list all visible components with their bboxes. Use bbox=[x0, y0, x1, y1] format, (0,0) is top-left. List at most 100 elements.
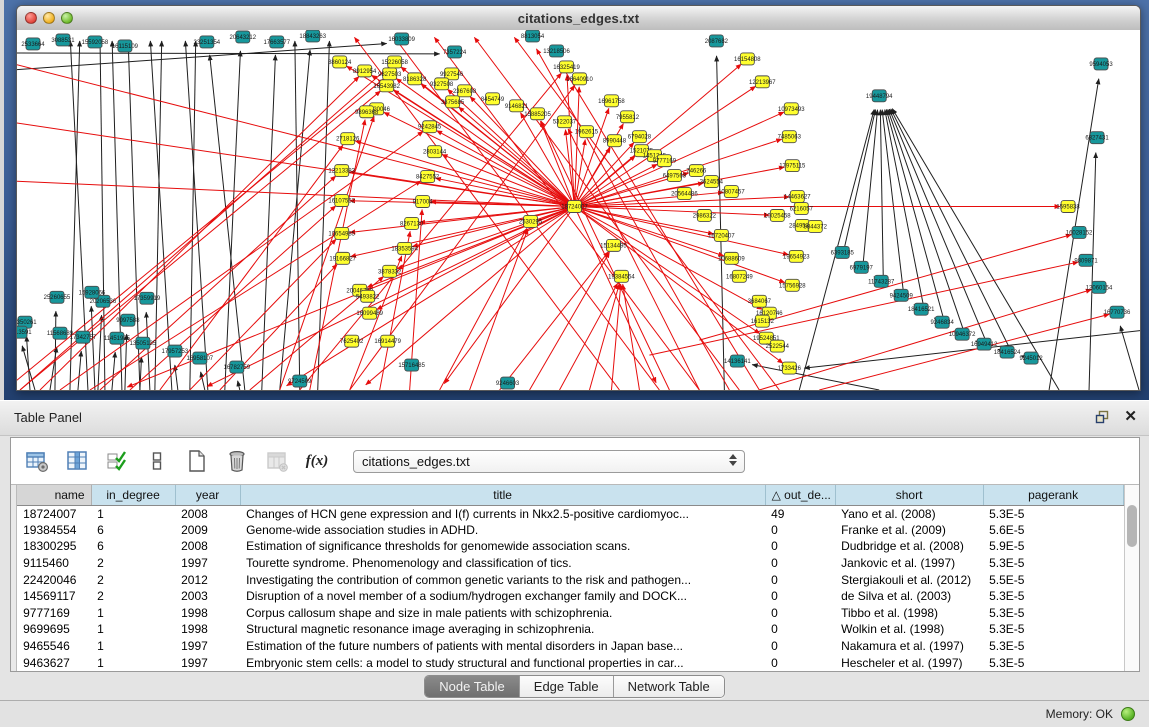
network-node[interactable]: 15592058 bbox=[82, 36, 109, 48]
network-node[interactable]: 16961758 bbox=[598, 95, 625, 107]
cell-pagerank[interactable]: 5.3E-5 bbox=[983, 605, 1123, 622]
close-panel-icon[interactable]: ✕ bbox=[1124, 409, 1137, 425]
cell-year[interactable]: 1997 bbox=[175, 638, 240, 655]
network-node[interactable]: 7357224 bbox=[443, 46, 467, 58]
network-node[interactable]: 9146821 bbox=[505, 100, 529, 112]
cell-year[interactable]: 2012 bbox=[175, 571, 240, 588]
tab-node-table[interactable]: Node Table bbox=[425, 676, 520, 697]
cell-title[interactable]: Estimation of the future numbers of pati… bbox=[240, 638, 765, 655]
cell-out-degree[interactable]: 0 bbox=[765, 638, 835, 655]
cell-name[interactable]: 9115460 bbox=[17, 555, 91, 572]
cell-name[interactable]: 18724007 bbox=[17, 505, 91, 522]
network-node[interactable]: 19448794 bbox=[866, 90, 893, 102]
cell-year[interactable]: 1998 bbox=[175, 621, 240, 638]
cell-title[interactable]: Tourette syndrome. Phenomenology and cla… bbox=[240, 555, 765, 572]
network-node[interactable]: 10025458 bbox=[764, 210, 791, 222]
window-titlebar[interactable]: citations_edges.txt bbox=[17, 6, 1140, 31]
network-node[interactable]: 18416521 bbox=[908, 303, 935, 315]
table-row[interactable]: 911546021997Tourette syndrome. Phenomeno… bbox=[17, 555, 1123, 572]
network-node[interactable]: 19384554 bbox=[608, 270, 635, 282]
cell-short[interactable]: Nakamura et al. (1997) bbox=[835, 638, 983, 655]
network-node[interactable]: 16543982 bbox=[373, 80, 400, 92]
table-row[interactable]: 1830029562008Estimation of significance … bbox=[17, 538, 1123, 555]
cell-in-degree[interactable]: 1 bbox=[91, 654, 175, 671]
network-node[interactable]: 19166827 bbox=[329, 252, 356, 264]
cell-out-degree[interactable]: 0 bbox=[765, 555, 835, 572]
close-window-icon[interactable] bbox=[25, 12, 37, 24]
network-node[interactable]: 14463627 bbox=[784, 191, 811, 203]
network-node[interactable]: 5322037 bbox=[553, 116, 577, 128]
network-node[interactable]: 16770736 bbox=[1104, 306, 1131, 318]
network-node[interactable]: 17663577 bbox=[263, 36, 290, 48]
network-node[interactable]: 13218506 bbox=[543, 45, 570, 57]
network-node[interactable]: 2533664 bbox=[21, 38, 45, 50]
cell-out-degree[interactable]: 0 bbox=[765, 621, 835, 638]
network-node[interactable]: 2087682 bbox=[705, 35, 729, 47]
cell-out-degree[interactable]: 0 bbox=[765, 538, 835, 555]
network-node[interactable]: 16914479 bbox=[374, 335, 401, 347]
column-header-out-degree[interactable]: △ out_de... bbox=[765, 485, 835, 505]
network-node[interactable]: 2986322 bbox=[693, 210, 717, 222]
row-select-check-icon[interactable] bbox=[103, 447, 131, 475]
memory-status-indicator[interactable] bbox=[1121, 707, 1135, 721]
network-node[interactable]: 1595838 bbox=[1056, 201, 1080, 213]
cell-out-degree[interactable]: 0 bbox=[765, 522, 835, 539]
network-node[interactable]: 9245012 bbox=[1019, 352, 1043, 364]
cell-pagerank[interactable]: 5.3E-5 bbox=[983, 654, 1123, 671]
network-node[interactable]: 12060154 bbox=[1086, 281, 1113, 293]
network-node[interactable]: 6979197 bbox=[850, 261, 874, 273]
cell-name[interactable]: 9465546 bbox=[17, 638, 91, 655]
network-node[interactable]: 7955812 bbox=[616, 111, 640, 123]
network-node[interactable]: 746266 bbox=[686, 165, 707, 177]
cell-in-degree[interactable]: 2 bbox=[91, 571, 175, 588]
cell-pagerank[interactable]: 5.3E-5 bbox=[983, 505, 1123, 522]
network-node[interactable]: 1733426 bbox=[778, 362, 802, 374]
cell-name[interactable]: 9699695 bbox=[17, 621, 91, 638]
network-node[interactable]: 9246603 bbox=[496, 377, 520, 389]
network-node[interactable]: 25260655 bbox=[44, 291, 71, 303]
cell-title[interactable]: Genome-wide association studies in ADHD. bbox=[240, 522, 765, 539]
cell-in-degree[interactable]: 2 bbox=[91, 588, 175, 605]
cell-title[interactable]: Estimation of significance thresholds fo… bbox=[240, 538, 765, 555]
cell-in-degree[interactable]: 1 bbox=[91, 505, 175, 522]
network-node[interactable]: 15756928 bbox=[779, 279, 806, 291]
cell-title[interactable]: Changes of HCN gene expression and I(f) … bbox=[240, 505, 765, 522]
cell-short[interactable]: Tibbo et al. (1998) bbox=[835, 605, 983, 622]
cell-title[interactable]: Structural magnetic resonance image aver… bbox=[240, 621, 765, 638]
network-node[interactable]: 15716485 bbox=[398, 359, 425, 371]
network-node[interactable]: 16720407 bbox=[708, 229, 735, 241]
cell-name[interactable]: 22420046 bbox=[17, 571, 91, 588]
network-node[interactable]: 3375685 bbox=[441, 96, 465, 108]
network-node[interactable]: 16640910 bbox=[566, 73, 593, 85]
minimize-window-icon[interactable] bbox=[43, 12, 55, 24]
table-row[interactable]: 977716911998Corpus callosum shape and si… bbox=[17, 605, 1123, 622]
cell-pagerank[interactable]: 5.9E-5 bbox=[983, 538, 1123, 555]
cell-pagerank[interactable]: 5.3E-5 bbox=[983, 555, 1123, 572]
network-node[interactable]: 2530295 bbox=[519, 215, 543, 227]
network-node[interactable]: 6216057 bbox=[790, 203, 814, 215]
network-node[interactable]: 16154808 bbox=[734, 53, 761, 65]
cell-year[interactable]: 1997 bbox=[175, 654, 240, 671]
cell-short[interactable]: Dudbridge et al. (2008) bbox=[835, 538, 983, 555]
network-node[interactable]: 16028152 bbox=[1066, 226, 1093, 238]
table-row[interactable]: 2242004622012Investigating the contribut… bbox=[17, 571, 1123, 588]
cell-title[interactable]: Embryonic stem cells: a model to study s… bbox=[240, 654, 765, 671]
network-node[interactable]: 16033809 bbox=[388, 33, 415, 45]
table-row[interactable]: 969969511998Structural magnetic resonanc… bbox=[17, 621, 1123, 638]
table-settings-icon[interactable] bbox=[23, 447, 51, 475]
network-node[interactable]: 8990448 bbox=[603, 135, 627, 147]
cell-pagerank[interactable]: 5.3E-5 bbox=[983, 638, 1123, 655]
network-node[interactable]: 15226058 bbox=[381, 56, 408, 68]
network-node[interactable]: 18353594 bbox=[391, 242, 418, 254]
table-row[interactable]: 1872400712008Changes of HCN gene express… bbox=[17, 505, 1123, 522]
cell-name[interactable]: 9777169 bbox=[17, 605, 91, 622]
cell-out-degree[interactable]: 0 bbox=[765, 588, 835, 605]
cell-short[interactable]: Hescheler et al. (1997) bbox=[835, 654, 983, 671]
cell-short[interactable]: Franke et al. (2009) bbox=[835, 522, 983, 539]
network-node[interactable]: 18416524 bbox=[994, 346, 1021, 358]
cell-out-degree[interactable]: 0 bbox=[765, 654, 835, 671]
network-node[interactable]: 917004 bbox=[413, 196, 434, 208]
column-header-year[interactable]: year bbox=[175, 485, 240, 505]
stacked-boxes-icon[interactable] bbox=[143, 447, 171, 475]
column-header-pagerank[interactable]: pagerank bbox=[983, 485, 1123, 505]
